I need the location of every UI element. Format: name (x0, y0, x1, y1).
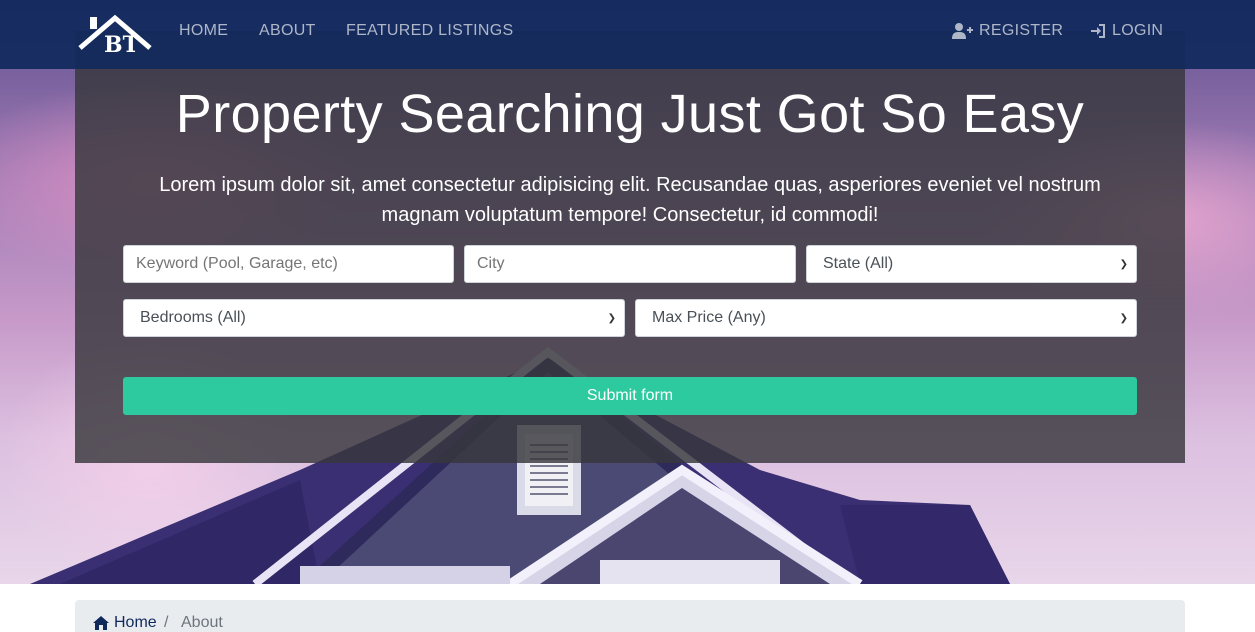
breadcrumb-current: About (181, 614, 223, 631)
nav-about-link[interactable]: ABOUT (259, 22, 316, 40)
max-price-select[interactable]: Max Price (Any) ❯ (635, 299, 1137, 337)
city-input[interactable] (464, 245, 796, 283)
chevron-down-icon: ❯ (607, 312, 616, 324)
logo-text: BT (104, 32, 140, 54)
breadcrumb-separator: / (164, 614, 169, 631)
breadcrumb-home-link[interactable]: Home (92, 614, 157, 632)
nav-featured-listings-link[interactable]: FEATURED LISTINGS (346, 22, 514, 40)
register-link[interactable]: REGISTER (952, 22, 1063, 40)
nav-home-link[interactable]: HOME (179, 22, 228, 40)
register-label: REGISTER (979, 22, 1064, 39)
max-price-select-value: Max Price (Any) (652, 309, 766, 326)
state-select-value: State (All) (823, 255, 894, 272)
hero-lead: Lorem ipsum dolor sit, amet consectetur … (159, 174, 1101, 226)
chevron-down-icon: ❯ (1119, 258, 1128, 270)
sign-in-icon (1091, 24, 1105, 38)
navbar: BT HOME ABOUT FEATURED LISTINGS REGISTER… (0, 0, 1255, 69)
breadcrumb (75, 600, 1185, 632)
submit-form-button[interactable]: Submit form (123, 377, 1137, 415)
home-icon (93, 616, 109, 630)
login-label: LOGIN (1112, 22, 1164, 39)
login-link[interactable]: LOGIN (1090, 22, 1163, 40)
state-select[interactable]: State (All) ❯ (806, 245, 1137, 283)
hero-title: Property Searching Just Got So Easy (175, 84, 1085, 144)
chevron-down-icon: ❯ (1119, 312, 1128, 324)
breadcrumb-home-label: Home (114, 614, 157, 631)
user-plus-icon (952, 23, 973, 39)
keyword-input[interactable] (123, 245, 454, 283)
bedrooms-select-value: Bedrooms (All) (140, 309, 246, 326)
bedrooms-select[interactable]: Bedrooms (All) ❯ (123, 299, 625, 337)
brand-logo[interactable]: BT (78, 12, 152, 54)
